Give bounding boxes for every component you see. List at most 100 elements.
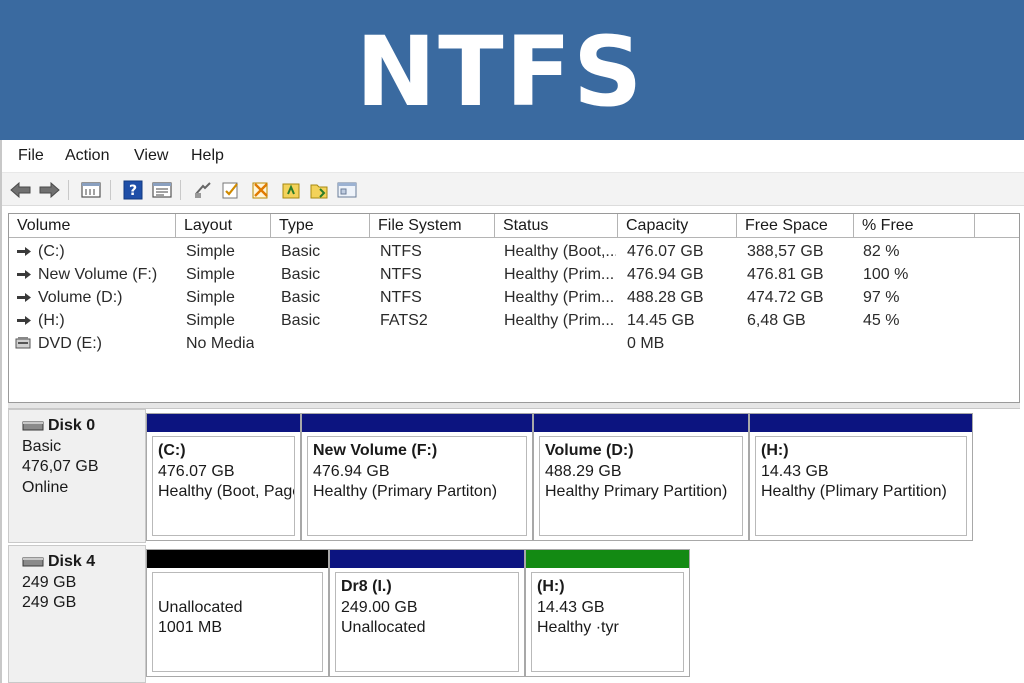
partition-size: 488.29 GB (545, 462, 622, 480)
cell-type: Basic (281, 266, 321, 283)
partition-title: New Volume (F:) (313, 442, 438, 459)
partition-size: 476.07 GB (158, 462, 235, 480)
partition-title (158, 577, 322, 598)
menu-file[interactable]: File (18, 147, 44, 165)
disk-0-status: Online (22, 478, 69, 496)
cell-volume: (H:) (38, 312, 65, 329)
table-row[interactable]: DVD (E:) No Media 0 MB (9, 332, 1019, 355)
disk-management-window: File Action View Help ? Volume Layout Ty… (0, 140, 1024, 683)
partition-status: 1001 MB (158, 619, 223, 636)
partition-size: Unallocated (158, 598, 243, 616)
partition-status: Healthy (Plimary Partition) (761, 483, 947, 500)
disk-4-capacity: 249 GB (22, 594, 77, 611)
primary-partition-bar (330, 550, 524, 568)
cell-free-space: 6,48 GB (747, 312, 806, 329)
cell-status: Healthy (Prim... (504, 312, 615, 329)
cell-free-space: 388,57 GB (747, 243, 824, 260)
partition-f[interactable]: New Volume (F:) 476.94 GB Healthy (Prima… (301, 413, 533, 541)
cell-layout: No Media (186, 335, 255, 352)
hard-disk-icon (22, 421, 44, 431)
disk-0-size: 476,07 GB (22, 458, 99, 475)
cell-capacity: 476.07 GB (627, 243, 704, 260)
healthy-partition-bar (526, 550, 689, 568)
disk-0-type: Basic (22, 437, 62, 455)
primary-partition-bar (750, 414, 972, 432)
column-file-system[interactable]: File System (370, 214, 495, 238)
svg-text:?: ? (129, 183, 137, 199)
forward-arrow-icon[interactable] (38, 179, 60, 201)
volume-list: Volume Layout Type File System Status Ca… (8, 213, 1020, 403)
cell-file-system: FATS2 (380, 312, 428, 329)
partition-unallocated[interactable]: Unallocated 1001 MB (146, 549, 329, 677)
partition-i[interactable]: Dr8 (I.) 249.00 GB Unallocated (329, 549, 525, 677)
partition-size: 249.00 GB (341, 598, 418, 616)
cell-file-system: NTFS (380, 289, 422, 306)
cell-type: Basic (281, 289, 321, 306)
folder-icon[interactable] (308, 179, 330, 201)
menu-help[interactable]: Help (191, 147, 224, 165)
column-type[interactable]: Type (271, 214, 370, 238)
back-arrow-icon[interactable] (10, 179, 32, 201)
cell-percent-free: 100 % (863, 266, 909, 283)
cell-percent-free: 45 % (863, 312, 900, 329)
menu-bar: File Action View Help (2, 140, 1024, 172)
toolbar: ? (2, 172, 1024, 206)
partition-title: (C:) (158, 442, 186, 459)
disk-0-label[interactable]: Disk 0 Basic 476,07 GB Online (8, 409, 146, 543)
cell-percent-free: 97 % (863, 289, 900, 306)
cell-capacity: 0 MB (627, 335, 665, 352)
disk-map: Disk 0 Basic 476,07 GB Online (C:) 476.0… (8, 409, 1020, 683)
volume-icon (17, 270, 31, 279)
partition-size: 476.94 GB (313, 462, 390, 480)
column-layout[interactable]: Layout (176, 214, 271, 238)
disk-4-name: Disk 4 (48, 553, 96, 570)
delete-icon[interactable] (250, 179, 272, 201)
console-tree-icon[interactable] (80, 179, 102, 201)
column-free-space[interactable]: Free Space (737, 214, 854, 238)
help-icon[interactable]: ? (122, 179, 144, 201)
check-icon[interactable] (220, 179, 242, 201)
partition-status: Healthy (Primary Partiton) (313, 483, 498, 500)
cell-status: Healthy (Prim... (504, 289, 615, 306)
cell-layout: Simple (186, 312, 235, 329)
partition-title: (H:) (761, 442, 789, 459)
partition-status: Unallocated (341, 619, 426, 636)
new-volume-icon[interactable] (280, 179, 302, 201)
cell-percent-free: 82 % (863, 243, 900, 260)
hard-disk-icon (22, 557, 44, 567)
table-row[interactable]: New Volume (F:) Simple Basic NTFS Health… (9, 263, 1019, 286)
properties-icon[interactable] (151, 179, 173, 201)
cell-volume: New Volume (F:) (38, 266, 158, 283)
column-status[interactable]: Status (495, 214, 618, 238)
menu-action[interactable]: Action (65, 147, 109, 165)
partition-c[interactable]: (C:) 476.07 GB Healthy (Boot, Page (146, 413, 301, 541)
cell-free-space: 476.81 GB (747, 266, 824, 283)
partition-size: 14.43 GB (537, 598, 605, 616)
column-percent-free[interactable]: % Free (854, 214, 975, 238)
column-filler (975, 214, 1019, 238)
cell-type: Basic (281, 312, 321, 329)
disk-4-label[interactable]: Disk 4 249 GB 249 GB (8, 545, 146, 683)
partition-d[interactable]: Volume (D:) 488.29 GB Healthy Primary Pa… (533, 413, 749, 541)
refresh-icon[interactable] (192, 179, 214, 201)
partition-h-disk4[interactable]: (H:) 14.43 GB Healthy ·tyr (525, 549, 690, 677)
cell-volume: (C:) (38, 243, 65, 260)
column-volume[interactable]: Volume (9, 214, 176, 238)
table-row[interactable]: (H:) Simple Basic FATS2 Healthy (Prim...… (9, 309, 1019, 332)
settings-icon[interactable] (336, 179, 358, 201)
volume-icon (17, 247, 31, 256)
menu-view[interactable]: View (134, 147, 168, 165)
primary-partition-bar (302, 414, 532, 432)
table-row[interactable]: (C:) Simple Basic NTFS Healthy (Boot,...… (9, 240, 1019, 263)
cell-layout: Simple (186, 243, 235, 260)
column-capacity[interactable]: Capacity (618, 214, 737, 238)
cell-status: Healthy (Prim... (504, 266, 615, 283)
table-row[interactable]: Volume (D:) Simple Basic NTFS Healthy (P… (9, 286, 1019, 309)
cell-free-space: 474.72 GB (747, 289, 824, 306)
cell-volume: Volume (D:) (38, 289, 123, 306)
partition-title: (H:) (537, 578, 565, 595)
cell-volume: DVD (E:) (38, 335, 102, 352)
unallocated-bar (147, 550, 328, 568)
partition-h[interactable]: (H:) 14.43 GB Healthy (Plimary Partition… (749, 413, 973, 541)
volume-icon (17, 316, 31, 325)
